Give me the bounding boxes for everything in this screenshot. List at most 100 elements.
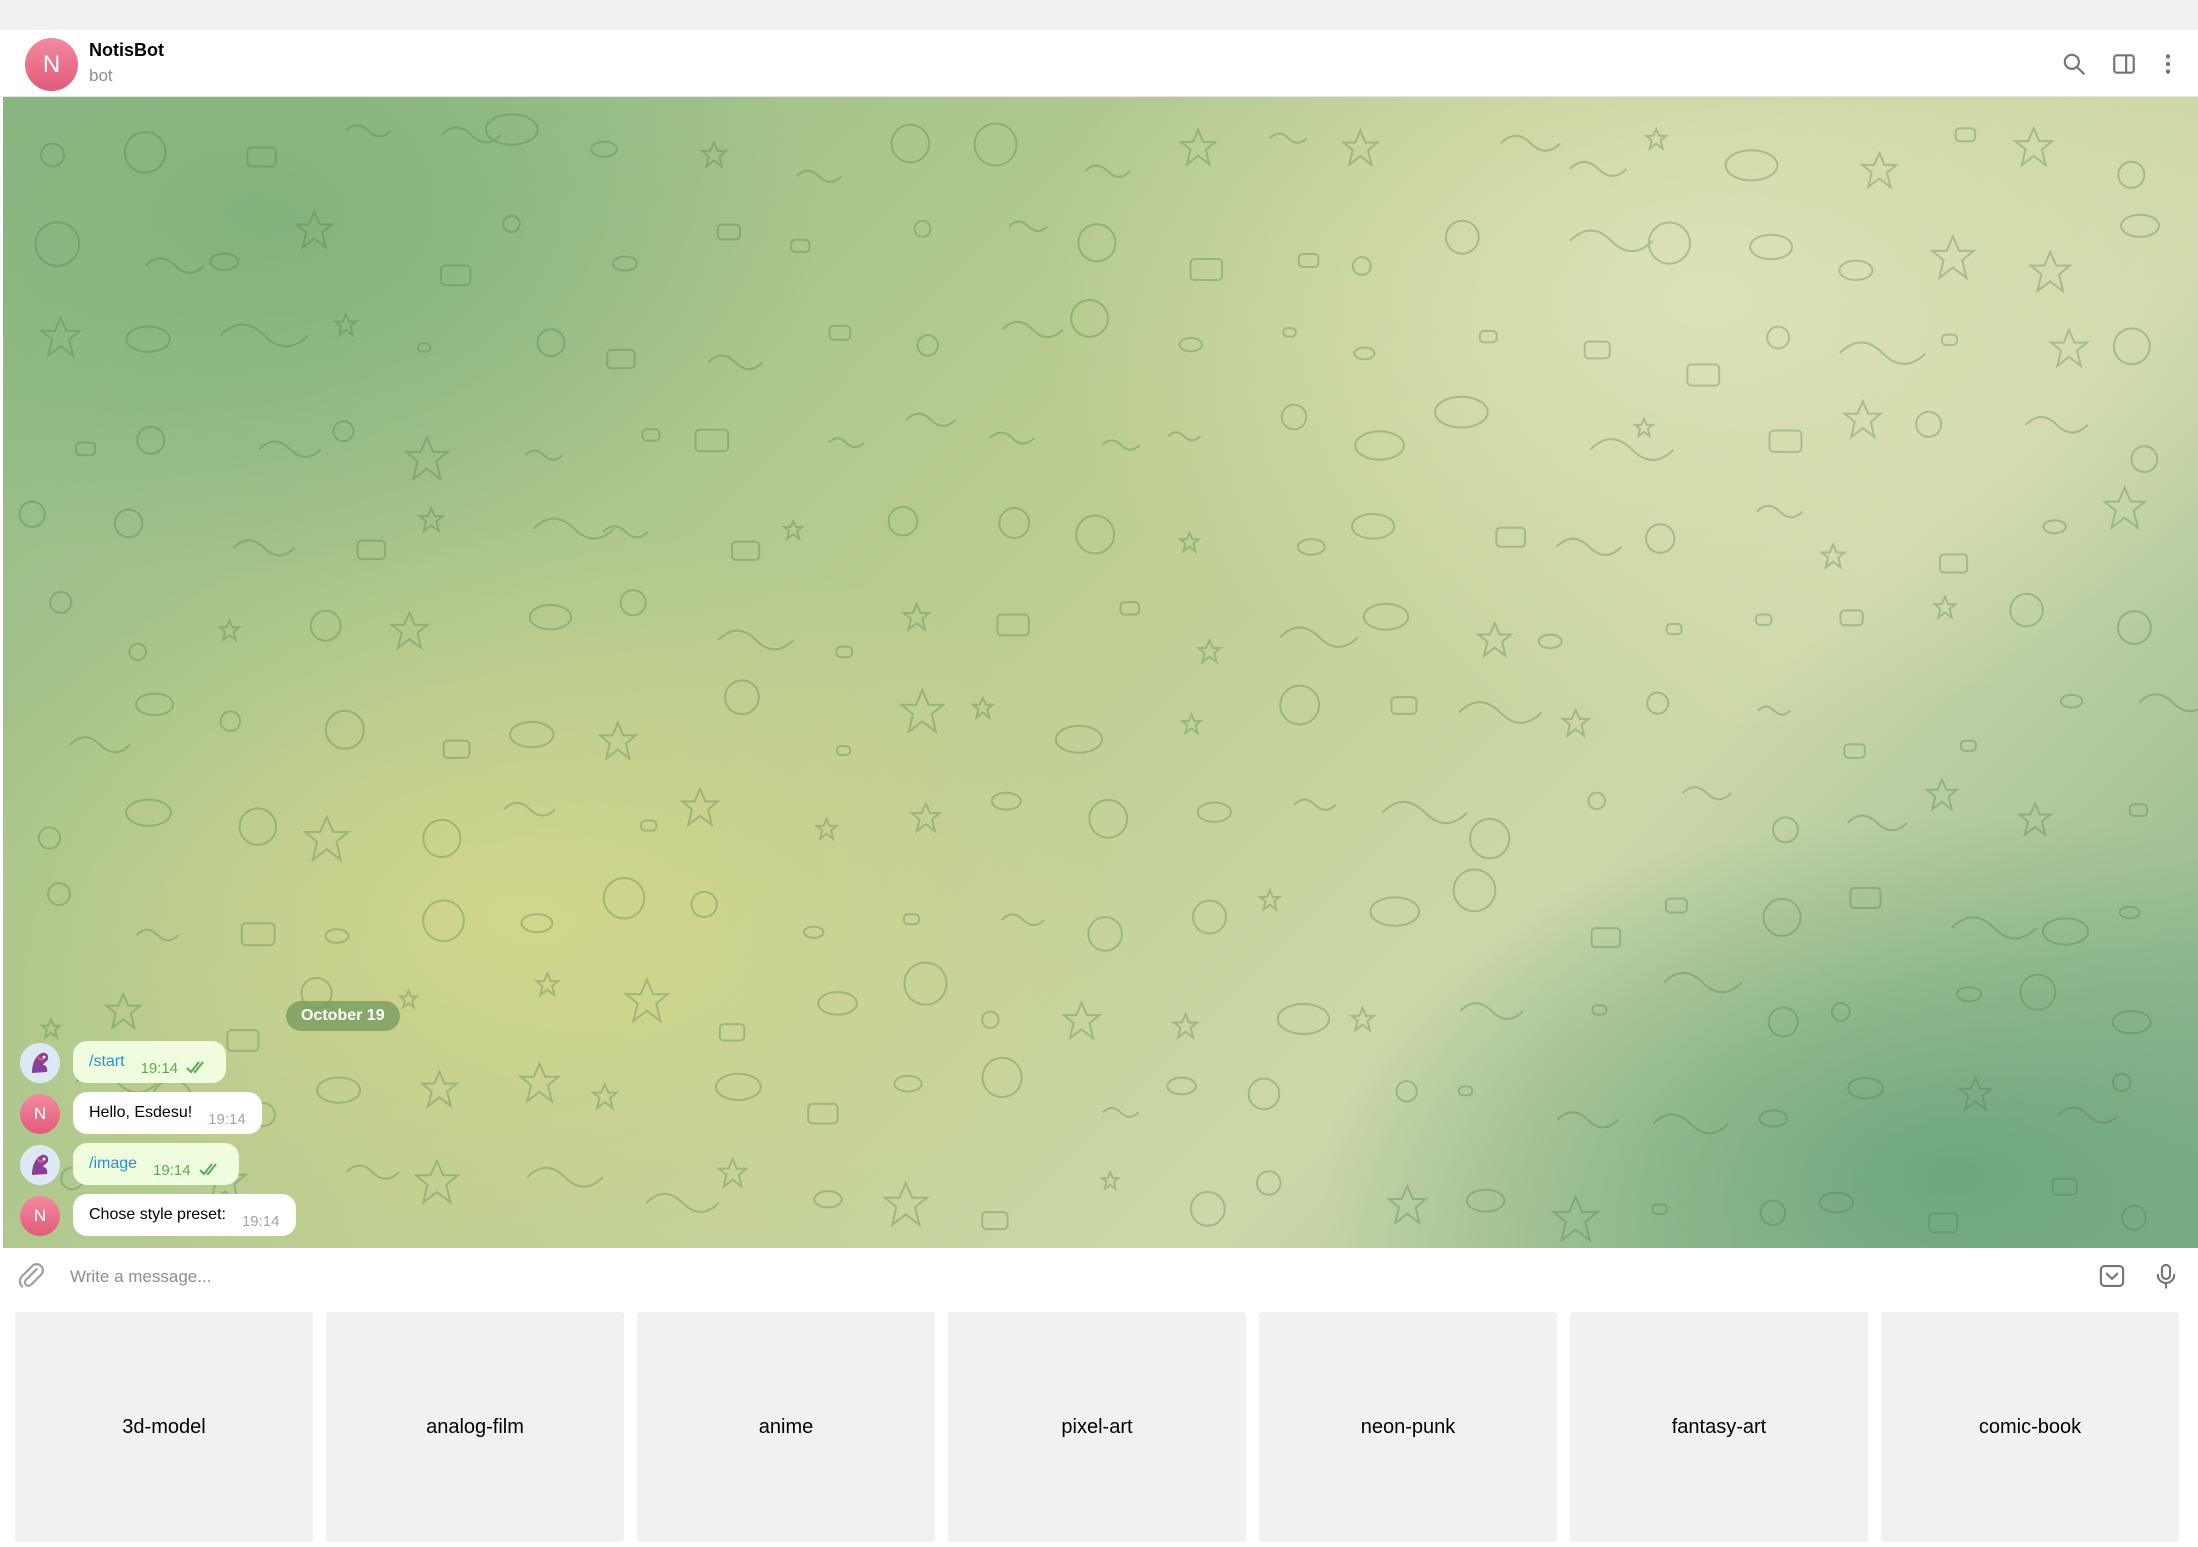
more-vertical-icon[interactable] [2150,46,2186,82]
doodle-shape [18,500,46,528]
doodle-shape [1279,626,1359,648]
bot-message-avatar[interactable]: N [20,1094,60,1134]
doodle-shape [309,609,342,642]
command-link[interactable]: /image [89,1155,137,1173]
doodle-shape [2048,327,2090,369]
doodle-shape [1665,623,1683,636]
doodle-shape [1167,431,1201,442]
doodle-shape [422,899,465,943]
keyboard-button-fantasy-art[interactable]: fantasy-art [1570,1312,1868,1542]
doodle-shape [1842,398,1884,440]
keyboard-button-pixel-art[interactable]: pixel-art [948,1312,1246,1542]
doodle-shape [699,140,729,169]
message-input[interactable] [68,1256,2062,1298]
doodle-shape [1559,707,1592,739]
doodle-shape [1681,786,1732,801]
chat-header: N NotisBot bot [0,30,2198,97]
microphone-icon[interactable] [2150,1260,2182,1292]
chat-title[interactable]: NotisBot [89,40,164,61]
message-outgoing[interactable]: /start 19:14 [3,1041,243,1083]
doodle-shape [1569,160,1628,177]
doodle-shape [1166,1076,1197,1096]
message-bubble: Hello, Esdesu! 19:14 [73,1092,262,1134]
doodle-shape [345,124,392,138]
doodle-shape [679,786,721,828]
bot-message-avatar[interactable]: N [20,1196,60,1236]
doodle-shape [1279,684,1321,726]
doodle-shape [2112,327,2151,366]
doodle-shape [1099,1169,1122,1192]
doodle-shape [1646,691,1670,715]
doodle-shape [640,819,658,832]
doodle-shape [524,449,564,461]
doodle-shape [125,798,172,827]
doodle-shape [219,323,309,348]
keyboard-button-analog-film[interactable]: analog-film [326,1312,624,1542]
doodle-shape [973,122,1018,167]
doodle-shape [1647,221,1691,265]
doodle-shape [1749,233,1794,261]
command-link[interactable]: /start [89,1053,125,1071]
doodle-shape [2042,917,2090,946]
doodle-shape [533,970,562,998]
doodle-shape [597,720,639,762]
doodle-shape [2130,445,2159,474]
doodle-shape [1350,512,1396,540]
keyboard-button-neon-punk[interactable]: neon-punk [1259,1312,1557,1542]
doodle-shape [240,922,276,947]
doodle-shape [403,434,451,482]
doodle-shape [1849,886,1882,910]
doodle-shape [1189,1190,1226,1227]
doodle-shape [1632,416,1656,439]
doodle-wallpaper [18,113,2198,1243]
doodle-shape [1465,1188,1506,1213]
doodle-shape [1768,429,1803,453]
message-incoming[interactable]: N Hello, Esdesu! 19:14 [3,1092,273,1134]
doodle-shape [1353,346,1376,361]
doodle-shape [258,440,322,458]
doodle-shape [219,710,242,732]
doodle-shape [909,800,943,834]
user-avatar[interactable] [20,1043,60,1083]
doodle-shape [1351,256,1372,277]
doodle-shape [835,745,852,756]
doodle-shape [882,1180,930,1228]
doodle-shape [2025,416,2089,434]
doodle-shape [416,505,446,534]
search-icon[interactable] [2056,46,2092,82]
doodle-shape [302,814,352,863]
doodle-shape [1587,791,1606,811]
message-incoming[interactable]: N Chose style preset: 19:14 [3,1194,313,1236]
doodle-shape [1077,223,1117,263]
doodle-shape [1054,724,1104,754]
doodle-shape [1838,259,1874,282]
doodle-shape [1280,403,1308,431]
keyboard-toggle-icon[interactable] [2096,1260,2128,1292]
keyboard-button-comic-book[interactable]: comic-book [1881,1312,2179,1542]
doodle-shape [893,1074,923,1093]
doodle-shape [49,590,73,614]
sidebar-toggle-icon[interactable] [2106,46,2142,82]
doodle-shape [1354,430,1405,461]
doodle-shape [1924,776,1960,812]
doodle-shape [2051,1177,2078,1196]
chat-area[interactable]: October 19 /start 19:14 N Hello, Esdesu!… [3,97,2198,1248]
doodle-shape [2019,973,2057,1011]
doodle-shape [1452,868,1497,913]
doodle-shape [902,913,920,926]
doodle-shape [996,613,1030,637]
doodle-shape [34,221,81,267]
doodle-shape [1084,164,1131,178]
keyboard-button-3d-model[interactable]: 3d-model [15,1312,313,1542]
message-outgoing[interactable]: /image 19:14 [3,1143,253,1185]
doodle-shape [2118,905,2141,920]
keyboard-button-anime[interactable]: anime [637,1312,935,1542]
attach-icon[interactable] [16,1261,46,1291]
doodle-shape [970,695,996,720]
bot-avatar[interactable]: N [25,38,78,91]
doodle-shape [1915,410,1943,438]
user-avatar[interactable] [20,1145,60,1185]
doodle-shape [1001,320,1064,339]
doodle-shape [1070,298,1109,338]
doodle-shape [1928,1212,1959,1234]
